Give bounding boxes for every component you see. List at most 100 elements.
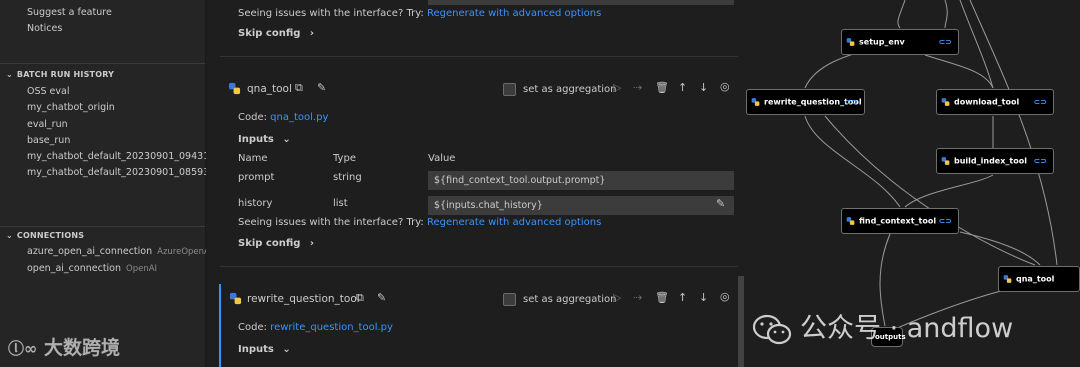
batch-run-item[interactable]: eval_run — [27, 119, 68, 130]
graph-node-build-index-tool[interactable]: build_index_tool ⊂⊃ — [936, 148, 1054, 174]
input-name: history — [238, 198, 273, 209]
edge — [959, 0, 994, 89]
node-title: rewrite_question_tool — [247, 293, 360, 305]
link-icon[interactable]: ⊂⊃ — [845, 98, 858, 107]
editor-panel: Seeing issues with the interface? Try: R… — [206, 0, 740, 367]
node-label: download_tool — [954, 97, 1020, 107]
inputs-label: Inputs — [238, 344, 274, 355]
link-icon[interactable]: ⊂⊃ — [939, 38, 952, 47]
skip-config-button[interactable]: Skip config › — [238, 28, 314, 39]
issues-hint: Seeing issues with the interface? Try: R… — [238, 217, 601, 228]
connection-type: AzureOpenAI — [157, 247, 213, 257]
regenerate-link[interactable]: Regenerate with advanced options — [427, 8, 601, 19]
input-value-field[interactable]: ${inputs.chat_history} — [428, 196, 734, 215]
edit-icon[interactable]: ✎ — [317, 81, 326, 94]
issues-text: Seeing issues with the interface? Try: — [238, 217, 424, 228]
input-value-field[interactable]: ${find_context_tool.output.prompt} — [428, 171, 734, 190]
delete-icon[interactable]: 🗑 — [655, 291, 669, 304]
target-icon[interactable]: ◎ — [720, 80, 730, 93]
chevron-right-icon: › — [309, 28, 315, 39]
run-flow-icon[interactable]: ⇢ — [633, 81, 642, 94]
code-label: Code: — [238, 112, 267, 123]
graph-node-qna-tool[interactable]: qna_tool — [998, 266, 1080, 292]
copy-icon[interactable]: ⧉ — [356, 291, 364, 305]
node-label: qna_tool — [1016, 274, 1055, 284]
section-title: CONNECTIONS — [16, 231, 85, 240]
graph-node-find-context-tool[interactable]: find_context_tool ⊂⊃ — [841, 208, 959, 234]
delete-icon[interactable]: 🗑 — [655, 81, 669, 94]
link-icon[interactable]: ⊂⊃ — [939, 217, 952, 226]
watermark: 公众号 · andflow — [752, 306, 1013, 346]
connection-item[interactable]: open_ai_connection OpenAI — [27, 263, 157, 274]
inputs-toggle[interactable]: Inputs ⌄ — [238, 134, 291, 145]
watermark-logo: ⓛ∞ 大数跨境 — [8, 333, 120, 360]
graph-node-rewrite-question-tool[interactable]: rewrite_question_tool ⊂⊃ — [746, 89, 865, 115]
python-icon — [941, 157, 950, 165]
scrollbar[interactable] — [738, 276, 744, 367]
python-icon — [1003, 275, 1012, 283]
skip-config-button[interactable]: Skip config › — [238, 238, 314, 249]
sidebar-item-notices[interactable]: Notices — [27, 23, 62, 34]
code-row: Code: rewrite_question_tool.py — [238, 322, 393, 333]
edit-icon[interactable]: ✎ — [716, 197, 725, 210]
aggregation-label: set as aggregation — [523, 294, 617, 305]
batch-run-item[interactable]: my_chatbot_origin — [27, 102, 115, 113]
inputs-toggle[interactable]: Inputs ⌄ — [238, 344, 291, 355]
batch-run-item[interactable]: my_chatbot_default_20230901_09431... — [27, 151, 218, 162]
connection-item[interactable]: azure_open_ai_connection AzureOpenAI — [27, 246, 212, 257]
target-icon[interactable]: ◎ — [720, 290, 730, 303]
connection-type: OpenAI — [126, 264, 158, 274]
arrow-up-icon[interactable]: ↑ — [678, 291, 687, 304]
col-header-value: Value — [428, 153, 456, 164]
divider — [0, 63, 205, 64]
python-icon — [941, 98, 950, 106]
arrow-down-icon[interactable]: ↓ — [699, 291, 708, 304]
run-flow-icon[interactable]: ⇢ — [633, 291, 642, 304]
edge — [959, 231, 1041, 266]
batch-run-item[interactable]: my_chatbot_default_20230901_08593... — [27, 167, 218, 178]
batch-run-item[interactable]: base_run — [27, 135, 70, 146]
python-icon — [229, 292, 242, 305]
chevron-down-icon: ⌄ — [6, 70, 13, 79]
edit-icon[interactable]: ✎ — [377, 291, 386, 304]
code-file-link[interactable]: qna_tool.py — [270, 112, 328, 123]
arrow-down-icon[interactable]: ↓ — [699, 81, 708, 94]
batch-run-item[interactable]: OSS eval — [27, 86, 70, 97]
aggregation-checkbox[interactable] — [503, 293, 516, 306]
chevron-right-icon: › — [309, 238, 315, 249]
play-icon[interactable]: ▷ — [613, 291, 621, 304]
python-icon — [846, 38, 855, 46]
logo-icon: ⓛ∞ — [8, 339, 38, 358]
section-divider — [220, 266, 738, 267]
col-header-type: Type — [333, 153, 356, 164]
node-label: setup_env — [859, 37, 905, 47]
chevron-down-icon: ⌄ — [282, 344, 291, 355]
link-icon[interactable]: ⊂⊃ — [1034, 157, 1047, 166]
watermark-text: 公众号 · andflow — [800, 313, 1014, 344]
chevron-down-icon: ⌄ — [282, 134, 291, 145]
skip-config-label: Skip config — [238, 28, 301, 39]
chevron-down-icon: ⌄ — [6, 231, 13, 240]
copy-icon[interactable]: ⧉ — [295, 81, 303, 95]
input-name: prompt — [238, 172, 275, 183]
value-field-partial[interactable] — [428, 0, 734, 5]
input-type: string — [333, 172, 362, 183]
python-icon — [228, 82, 241, 95]
section-title: BATCH RUN HISTORY — [16, 70, 115, 79]
arrow-up-icon[interactable]: ↑ — [678, 81, 687, 94]
play-icon[interactable]: ▷ — [613, 81, 621, 94]
code-file-link[interactable]: rewrite_question_tool.py — [270, 322, 393, 333]
graph-node-download-tool[interactable]: download_tool ⊂⊃ — [936, 89, 1054, 115]
selected-node-indicator — [219, 284, 221, 367]
node-label: build_index_tool — [954, 156, 1027, 166]
regenerate-link[interactable]: Regenerate with advanced options — [427, 217, 601, 228]
section-divider — [220, 56, 738, 57]
connections-header[interactable]: ⌄ CONNECTIONS — [6, 231, 84, 240]
aggregation-checkbox[interactable] — [503, 83, 516, 96]
batch-run-history-header[interactable]: ⌄ BATCH RUN HISTORY — [6, 70, 114, 79]
graph-node-setup-env[interactable]: setup_env ⊂⊃ — [841, 29, 959, 55]
edge — [897, 0, 906, 29]
link-icon[interactable]: ⊂⊃ — [1034, 98, 1047, 107]
watermark-text: 大数跨境 — [43, 337, 120, 359]
sidebar-item-suggest-feature[interactable]: Suggest a feature — [27, 7, 112, 18]
